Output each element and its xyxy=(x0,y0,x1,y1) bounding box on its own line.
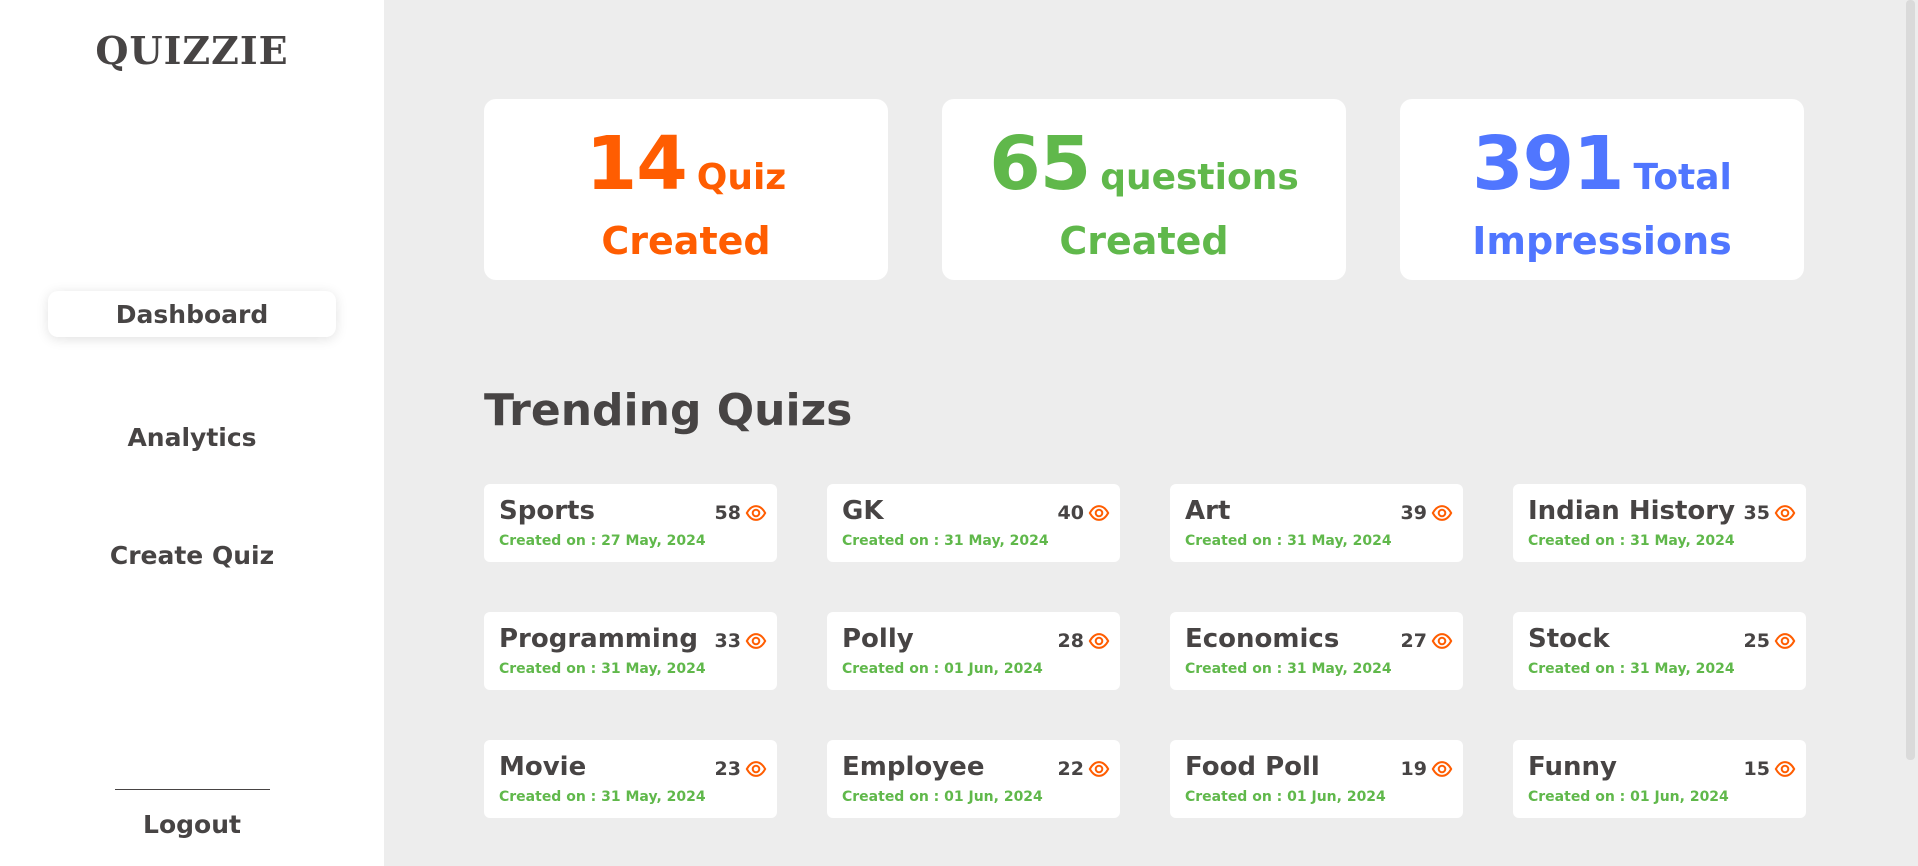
stat-impressions-headline: 391 Total xyxy=(1400,121,1804,207)
quiz-view-count: 19 xyxy=(1400,758,1427,780)
stat-card-questions: 65 questions Created xyxy=(942,99,1346,280)
eye-icon xyxy=(745,633,767,649)
quiz-created-date: Created on : 01 Jun, 2024 xyxy=(842,789,1043,805)
quiz-created-date: Created on : 01 Jun, 2024 xyxy=(1185,789,1386,805)
eye-icon xyxy=(1431,505,1453,521)
quiz-view-count: 28 xyxy=(1057,630,1084,652)
quiz-view-count: 22 xyxy=(1057,758,1084,780)
quiz-name: Movie xyxy=(499,752,587,782)
nav-dashboard-label: Dashboard xyxy=(115,299,269,329)
quiz-view-count: 58 xyxy=(714,502,741,524)
eye-icon xyxy=(1088,505,1110,521)
quiz-created-date: Created on : 27 May, 2024 xyxy=(499,533,706,549)
eye-icon xyxy=(1774,633,1796,649)
quiz-card[interactable]: Stock 25 Created on : 31 May, 2024 xyxy=(1513,612,1806,690)
eye-icon xyxy=(1431,633,1453,649)
quiz-views: 27 xyxy=(1401,630,1453,652)
quiz-created-date: Created on : 31 May, 2024 xyxy=(1528,661,1735,677)
quiz-card[interactable]: Art 39 Created on : 31 May, 2024 xyxy=(1170,484,1463,562)
quiz-name: Food Poll xyxy=(1185,752,1320,782)
eye-icon xyxy=(1774,505,1796,521)
quiz-card[interactable]: GK 40 Created on : 31 May, 2024 xyxy=(827,484,1120,562)
quiz-view-count: 15 xyxy=(1743,758,1770,780)
quiz-card[interactable]: Funny 15 Created on : 01 Jun, 2024 xyxy=(1513,740,1806,818)
trending-title: Trending Quizs xyxy=(484,385,853,436)
quiz-name: Programming xyxy=(499,624,698,654)
nav-analytics-label: Analytics xyxy=(127,422,257,452)
eye-icon xyxy=(1088,633,1110,649)
quiz-view-count: 35 xyxy=(1743,502,1770,524)
quiz-views: 39 xyxy=(1401,502,1453,524)
quiz-view-count: 39 xyxy=(1400,502,1427,524)
quiz-views: 58 xyxy=(715,502,767,524)
quiz-card[interactable]: Polly 28 Created on : 01 Jun, 2024 xyxy=(827,612,1120,690)
quiz-views: 35 xyxy=(1744,502,1796,524)
quiz-created-date: Created on : 31 May, 2024 xyxy=(499,661,706,677)
stat-questions-value: 65 xyxy=(989,121,1091,207)
quiz-views: 33 xyxy=(715,630,767,652)
app-logo: QUIZZIE xyxy=(95,28,289,73)
nav-dashboard[interactable]: Dashboard xyxy=(48,291,336,337)
stat-questions-unit: questions xyxy=(1100,157,1299,198)
stat-quizzes-label: Created xyxy=(601,219,771,263)
stat-impressions-value: 391 xyxy=(1472,121,1624,207)
quiz-views: 40 xyxy=(1058,502,1110,524)
quiz-views: 23 xyxy=(715,758,767,780)
page-scrollbar[interactable] xyxy=(1906,0,1915,760)
quiz-card[interactable]: Employee 22 Created on : 01 Jun, 2024 xyxy=(827,740,1120,818)
logout-divider xyxy=(115,789,270,790)
nav-create-quiz-label: Create Quiz xyxy=(109,540,275,570)
quiz-card[interactable]: Economics 27 Created on : 31 May, 2024 xyxy=(1170,612,1463,690)
quiz-card[interactable]: Indian History 35 Created on : 31 May, 2… xyxy=(1513,484,1806,562)
quiz-created-date: Created on : 31 May, 2024 xyxy=(842,533,1049,549)
eye-icon xyxy=(1088,761,1110,777)
quiz-view-count: 23 xyxy=(714,758,741,780)
quiz-views: 19 xyxy=(1401,758,1453,780)
eye-icon xyxy=(745,761,767,777)
eye-icon xyxy=(1774,761,1796,777)
quiz-name: Stock xyxy=(1528,624,1610,654)
eye-icon xyxy=(745,505,767,521)
stat-quizzes-headline: 14 Quiz xyxy=(484,121,888,207)
quiz-card[interactable]: Food Poll 19 Created on : 01 Jun, 2024 xyxy=(1170,740,1463,818)
quiz-name: Economics xyxy=(1185,624,1340,654)
quiz-name: Art xyxy=(1185,496,1231,526)
quiz-card[interactable]: Programming 33 Created on : 31 May, 2024 xyxy=(484,612,777,690)
quiz-view-count: 40 xyxy=(1057,502,1084,524)
quiz-view-count: 25 xyxy=(1743,630,1770,652)
nav-analytics[interactable]: Analytics xyxy=(48,414,336,460)
quiz-name: Funny xyxy=(1528,752,1617,782)
quiz-views: 15 xyxy=(1744,758,1796,780)
stat-impressions-unit: Total xyxy=(1633,157,1732,198)
quiz-card[interactable]: Movie 23 Created on : 31 May, 2024 xyxy=(484,740,777,818)
quiz-created-date: Created on : 31 May, 2024 xyxy=(1185,661,1392,677)
stat-quizzes-unit: Quiz xyxy=(696,157,787,198)
stat-impressions-label: Impressions xyxy=(1472,219,1732,263)
eye-icon xyxy=(1431,761,1453,777)
quiz-created-date: Created on : 01 Jun, 2024 xyxy=(842,661,1043,677)
sidebar: QUIZZIE Dashboard Analytics Create Quiz … xyxy=(0,0,384,866)
quiz-view-count: 33 xyxy=(714,630,741,652)
quiz-card[interactable]: Sports 58 Created on : 27 May, 2024 xyxy=(484,484,777,562)
stat-card-impressions: 391 Total Impressions xyxy=(1400,99,1804,280)
stat-questions-headline: 65 questions xyxy=(942,121,1346,207)
quiz-views: 28 xyxy=(1058,630,1110,652)
quiz-name: GK xyxy=(842,496,884,526)
quiz-views: 25 xyxy=(1744,630,1796,652)
nav-create-quiz[interactable]: Create Quiz xyxy=(48,532,336,578)
stat-quizzes-value: 14 xyxy=(585,121,688,207)
stat-card-quizzes: 14 Quiz Created xyxy=(484,99,888,280)
quiz-name: Employee xyxy=(842,752,985,782)
quiz-name: Sports xyxy=(499,496,595,526)
quiz-name: Polly xyxy=(842,624,914,654)
quiz-created-date: Created on : 31 May, 2024 xyxy=(1528,533,1735,549)
stat-questions-label: Created xyxy=(1059,219,1229,263)
quiz-view-count: 27 xyxy=(1400,630,1427,652)
quiz-created-date: Created on : 31 May, 2024 xyxy=(1185,533,1392,549)
quiz-created-date: Created on : 01 Jun, 2024 xyxy=(1528,789,1729,805)
quiz-created-date: Created on : 31 May, 2024 xyxy=(499,789,706,805)
quiz-views: 22 xyxy=(1058,758,1110,780)
logout-button[interactable]: Logout xyxy=(0,810,384,839)
quiz-name: Indian History xyxy=(1528,496,1736,526)
